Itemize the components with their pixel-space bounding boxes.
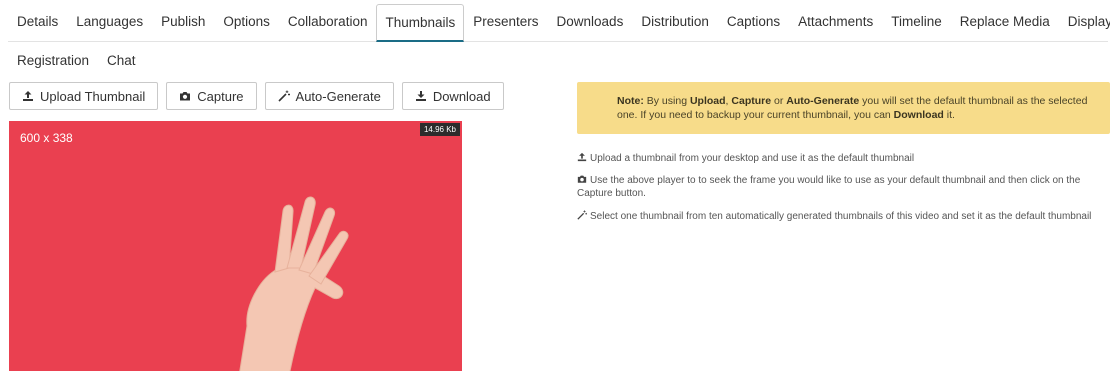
download-button[interactable]: Download <box>401 82 504 110</box>
tab-attachments[interactable]: Attachments <box>789 14 882 41</box>
camera-icon <box>577 175 587 183</box>
note-text-3: or <box>771 95 787 107</box>
note-keyword-auto-generate: Auto-Generate <box>786 95 860 107</box>
tab-registration[interactable]: Registration <box>8 53 98 76</box>
upload-thumbnail-button[interactable]: Upload Thumbnail <box>9 82 159 110</box>
note-keyword-upload: Upload <box>689 95 726 107</box>
note-keyword-download: Download <box>893 109 944 121</box>
tab-presenters[interactable]: Presenters <box>464 14 547 41</box>
help-auto-generate-text: Select one thumbnail from ten automatica… <box>590 211 1092 222</box>
help-capture: Use the above player to to seek the fram… <box>577 174 1110 200</box>
tab-details[interactable]: Details <box>8 14 67 41</box>
capture-label: Capture <box>197 88 244 104</box>
thumbnail-preview: 600 x 338 14.96 Kb <box>9 121 462 371</box>
note-text-1: By using <box>643 95 690 107</box>
note-alert: Note: By using Upload, Capture or Auto-G… <box>577 82 1110 134</box>
auto-generate-button[interactable]: Auto-Generate <box>264 82 394 110</box>
waving-hand-image <box>239 196 349 371</box>
tab-row-primary: Details Languages Publish Options Collab… <box>8 0 1110 42</box>
camera-icon <box>180 92 191 101</box>
help-upload-text: Upload a thumbnail from your desktop and… <box>590 153 915 164</box>
tab-row-secondary: Registration Chat <box>8 42 1108 76</box>
file-size-badge: 14.96 Kb <box>419 123 460 136</box>
upload-thumbnail-label: Upload Thumbnail <box>40 88 146 104</box>
tab-publish[interactable]: Publish <box>152 14 214 41</box>
note-text-5: it. <box>943 109 955 121</box>
capture-button[interactable]: Capture <box>166 82 257 110</box>
note-keyword-capture: Capture <box>731 95 772 107</box>
tab-bar: Details Languages Publish Options Collab… <box>8 0 1110 76</box>
tab-display[interactable]: Display <box>1059 14 1110 41</box>
upload-icon <box>23 91 33 101</box>
download-label: Download <box>432 88 491 104</box>
thumbnail-dimensions: 600 x 338 <box>20 131 73 145</box>
help-auto-generate: Select one thumbnail from ten automatica… <box>577 210 1110 223</box>
download-icon <box>415 91 426 101</box>
help-upload: Upload a thumbnail from your desktop and… <box>577 152 1110 165</box>
auto-generate-label: Auto-Generate <box>295 88 381 104</box>
magic-wand-icon <box>277 90 290 102</box>
tab-chat[interactable]: Chat <box>98 53 145 76</box>
tab-thumbnails[interactable]: Thumbnails <box>376 4 465 42</box>
tab-options[interactable]: Options <box>214 14 279 41</box>
tab-collaboration[interactable]: Collaboration <box>279 14 377 41</box>
tab-distribution[interactable]: Distribution <box>632 14 718 41</box>
tab-replace-media[interactable]: Replace Media <box>951 14 1059 41</box>
tab-captions[interactable]: Captions <box>718 14 789 41</box>
tab-languages[interactable]: Languages <box>67 14 152 41</box>
tab-downloads[interactable]: Downloads <box>548 14 633 41</box>
tab-timeline[interactable]: Timeline <box>882 14 951 41</box>
help-capture-text: Use the above player to to seek the fram… <box>577 175 1081 199</box>
thumbnail-toolbar: Upload Thumbnail Capture Auto-Generate D… <box>9 82 504 110</box>
magic-wand-icon <box>577 210 587 220</box>
note-prefix: Note: <box>617 95 644 107</box>
upload-icon <box>577 152 587 162</box>
